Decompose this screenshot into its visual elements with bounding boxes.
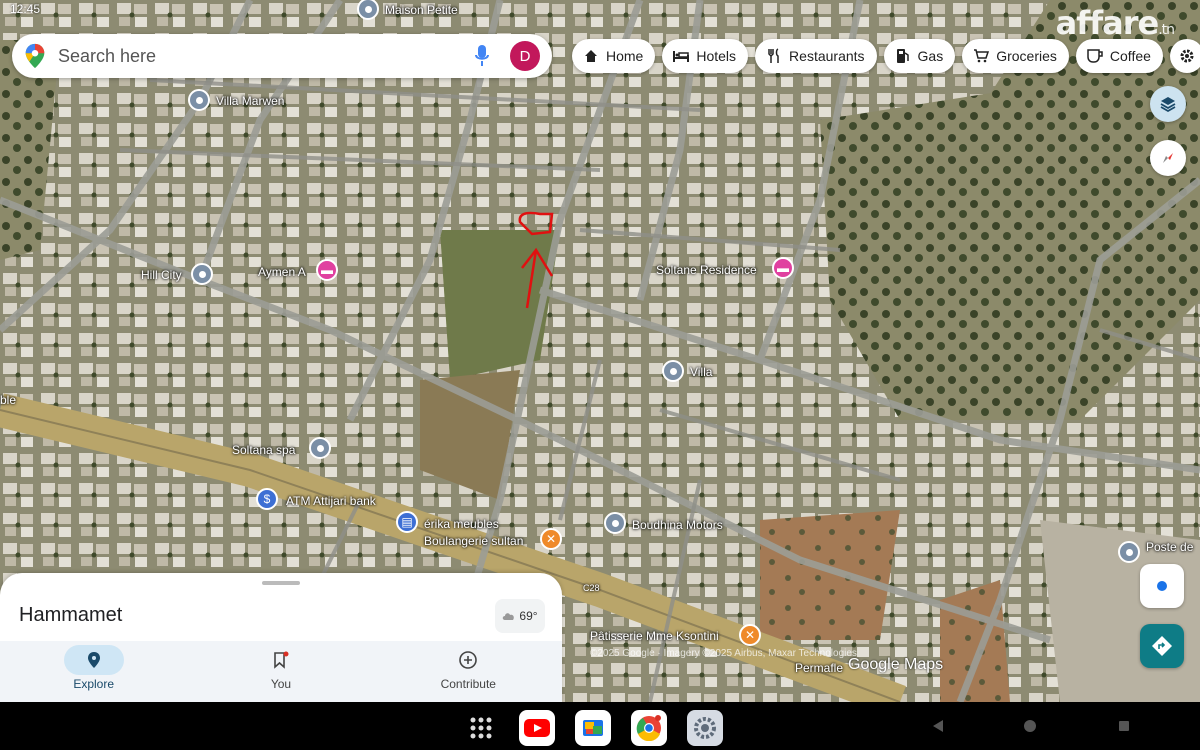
chip-home[interactable]: Home (572, 39, 656, 73)
place-label-aymen-a[interactable]: Aymen A (258, 265, 306, 279)
post-office-icon[interactable] (1118, 541, 1140, 563)
restaurant-icon[interactable]: ✕ (540, 528, 562, 550)
watermark-suffix: .tn (1158, 22, 1175, 38)
layers-icon (1160, 97, 1176, 113)
chip-gas[interactable]: Gas (883, 39, 956, 73)
back-button[interactable] (928, 716, 948, 736)
place-pin-icon[interactable] (191, 263, 213, 285)
chip-coffee[interactable]: Coffee (1075, 39, 1163, 73)
bank-icon[interactable]: $ (256, 488, 278, 510)
coffee-cup-icon (1086, 49, 1104, 63)
chrome-icon[interactable] (631, 710, 667, 746)
chip-label: Groceries (996, 48, 1057, 64)
weather-chip[interactable]: 69° (495, 599, 545, 633)
place-pin-icon[interactable] (604, 512, 626, 534)
bed-icon (672, 49, 690, 63)
photos-app-icon[interactable] (575, 710, 611, 746)
place-label-villa[interactable]: Villa (690, 365, 712, 379)
chip-label: Coffee (1109, 48, 1151, 64)
place-label-maison-petite[interactable]: Maison Petite (385, 3, 458, 17)
recents-square-icon (1119, 721, 1129, 731)
chip-hotels[interactable]: Hotels (662, 39, 749, 73)
place-pin-icon[interactable] (188, 89, 210, 111)
location-pin-icon (63, 645, 124, 675)
cloud-icon (503, 613, 515, 620)
place-label-soltana-spa[interactable]: Soltana spa (232, 443, 295, 457)
home-button[interactable] (1020, 716, 1040, 736)
google-maps-logo: Google Maps (848, 656, 944, 673)
place-pin-icon[interactable] (309, 437, 331, 459)
youtube-icon[interactable] (519, 710, 555, 746)
restaurant-icon[interactable]: ✕ (739, 624, 761, 646)
chip-label: Restaurants (789, 48, 865, 64)
gear-icon (1178, 48, 1196, 64)
drag-handle[interactable] (262, 581, 300, 585)
compass-icon (1163, 153, 1173, 163)
road-label: ble (0, 393, 17, 407)
cart-icon (972, 49, 990, 63)
place-label-patisserie[interactable]: Pâtisserie Mme Ksontini (590, 629, 719, 643)
shop-bag-icon[interactable]: ▤ (396, 511, 418, 533)
chip-settings[interactable] (1169, 39, 1200, 73)
tab-label: Explore (73, 677, 114, 691)
home-circle-icon (1024, 720, 1036, 732)
layers-button[interactable] (1150, 86, 1186, 122)
place-label-atm[interactable]: ATM Attijari bank (286, 494, 376, 508)
place-label-erika[interactable]: érika meubles (424, 517, 499, 531)
system-taskbar (0, 702, 1200, 750)
place-label-permafle[interactable]: Permafle (795, 661, 843, 675)
my-location-icon (1157, 581, 1167, 591)
gas-pump-icon (894, 48, 912, 64)
bottom-navigation: Explore You Contribute (0, 641, 562, 702)
chip-restaurants[interactable]: Restaurants (755, 39, 877, 73)
chip-label: Hotels (696, 48, 737, 64)
place-label-boulangerie[interactable]: Boulangerie sultan (424, 534, 523, 548)
map-credit: ©2025 Google · Imagery ©2025 Airbus, Max… (590, 648, 857, 659)
app-dock (463, 710, 723, 746)
fork-knife-icon (765, 48, 783, 64)
search-input[interactable] (58, 45, 470, 67)
avatar[interactable]: D (510, 41, 540, 71)
bookmark-icon (251, 645, 311, 675)
road-label-c28: C28 (583, 583, 600, 593)
location-title: Hammamet (19, 604, 123, 626)
weather-temp: 69° (519, 609, 538, 623)
tab-you[interactable]: You (187, 641, 374, 702)
tab-label: Contribute (440, 677, 496, 691)
app-drawer-icon[interactable] (463, 710, 499, 746)
compass-button[interactable] (1150, 140, 1186, 176)
category-chips: Home Hotels Restaurants Gas Groceries Co… (572, 39, 1200, 73)
directions-icon (1152, 636, 1172, 656)
chip-label: Gas (917, 48, 944, 64)
bottom-sheet[interactable]: Hammamet 69° Explore You Contribute (0, 573, 562, 702)
tab-label: You (270, 677, 292, 691)
watermark: affare.tn (1055, 4, 1175, 42)
google-maps-pin-icon (25, 43, 45, 69)
settings-gear-icon[interactable] (687, 710, 723, 746)
home-icon (582, 49, 600, 63)
status-time: 12:45 (10, 2, 41, 16)
place-label-hill-city[interactable]: Hill City (141, 268, 182, 282)
place-label-poste[interactable]: Poste de (1146, 540, 1193, 554)
back-triangle-icon (933, 720, 943, 732)
tab-contribute[interactable]: Contribute (375, 641, 562, 702)
place-pin-icon[interactable] (662, 360, 684, 382)
recents-button[interactable] (1114, 716, 1134, 736)
watermark-brand: affare (1055, 4, 1160, 42)
chip-label: Home (606, 48, 644, 64)
place-label-boudhina[interactable]: Boudhina Motors (632, 518, 723, 532)
hotel-bed-icon[interactable]: ▬ (772, 257, 794, 279)
microphone-icon[interactable] (470, 44, 494, 68)
tab-explore[interactable]: Explore (0, 641, 187, 702)
place-label-villa-marwen[interactable]: Villa Marwen (216, 94, 284, 108)
my-location-button[interactable] (1140, 564, 1184, 608)
search-bar[interactable]: D (12, 34, 552, 78)
directions-button[interactable] (1140, 624, 1184, 668)
chip-groceries[interactable]: Groceries (962, 39, 1069, 73)
place-label-soltane-residence[interactable]: Soltane Residence (656, 263, 757, 277)
add-circle-icon (438, 645, 498, 675)
hotel-bed-icon[interactable]: ▬ (316, 259, 338, 281)
